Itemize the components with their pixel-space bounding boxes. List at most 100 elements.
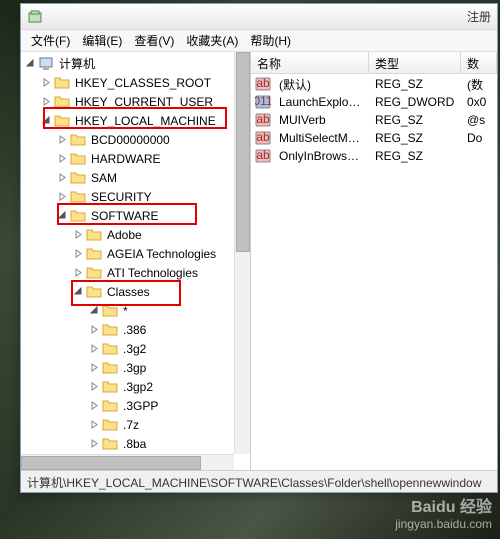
tree-hklm[interactable]: HKEY_LOCAL_MACHINE xyxy=(21,111,250,130)
tree-hklm-sam[interactable]: SAM xyxy=(21,168,250,187)
value-row[interactable]: abMUIVerbREG_SZ@s xyxy=(251,111,497,129)
menu-help[interactable]: 帮助(H) xyxy=(244,30,297,51)
expander-icon[interactable] xyxy=(89,324,100,335)
expander-icon[interactable] xyxy=(41,115,52,126)
expander-icon[interactable] xyxy=(73,229,84,240)
tree-hklm-security[interactable]: SECURITY xyxy=(21,187,250,206)
expander-icon[interactable] xyxy=(89,362,100,373)
tree-label[interactable]: .3gp2 xyxy=(121,380,155,394)
value-name[interactable]: (默认) xyxy=(273,76,369,93)
tree-label[interactable]: SAM xyxy=(89,171,119,185)
value-type: REG_SZ xyxy=(369,77,461,91)
tree-software-ati-technologies[interactable]: ATI Technologies xyxy=(21,263,250,282)
tree-classes-child[interactable]: .3g2 xyxy=(21,339,250,358)
value-type: REG_SZ xyxy=(369,113,461,127)
tree-label[interactable]: HKEY_CURRENT_USER xyxy=(73,95,215,109)
folder-icon xyxy=(54,75,70,91)
expander-icon[interactable] xyxy=(57,172,68,183)
tree-label[interactable]: ATI Technologies xyxy=(105,266,200,280)
tree-label[interactable]: .8ba xyxy=(121,437,148,451)
expander-icon[interactable] xyxy=(89,381,100,392)
folder-icon xyxy=(102,341,118,357)
expander-icon[interactable] xyxy=(73,248,84,259)
app-icon xyxy=(27,9,43,25)
tree-label[interactable]: Classes xyxy=(105,285,152,299)
expander-icon[interactable] xyxy=(73,267,84,278)
tree-hklm-hardware[interactable]: HARDWARE xyxy=(21,149,250,168)
expander-icon[interactable] xyxy=(89,438,100,449)
tree-classes-child[interactable]: .8ba xyxy=(21,434,250,453)
col-header-name[interactable]: 名称 xyxy=(251,52,369,73)
tree-label[interactable]: 计算机 xyxy=(57,55,97,72)
tree-label[interactable]: SOFTWARE xyxy=(89,209,161,223)
tree-label[interactable]: .3gp xyxy=(121,361,148,375)
tree-label[interactable]: SECURITY xyxy=(89,190,154,204)
expander-icon[interactable] xyxy=(89,400,100,411)
folder-icon xyxy=(86,265,102,281)
tree-classes-child[interactable]: .7z xyxy=(21,415,250,434)
tree-hklm-software[interactable]: SOFTWARE xyxy=(21,206,250,225)
registry-tree[interactable]: 计算机 HKEY_CLASSES_ROOT HKEY_CURRENT_USER HKE… xyxy=(21,52,250,470)
expander-icon[interactable] xyxy=(89,419,100,430)
tree-scrollbar-v[interactable] xyxy=(234,52,250,454)
value-name[interactable]: MUIVerb xyxy=(273,113,369,127)
expander-icon[interactable] xyxy=(57,191,68,202)
expander-icon[interactable] xyxy=(41,96,52,107)
tree-scrollbar-h[interactable] xyxy=(21,454,234,470)
list-pane[interactable]: 名称 类型 数 ab(默认)REG_SZ(数011LaunchExplore..… xyxy=(251,52,497,470)
tree-label[interactable]: Adobe xyxy=(105,228,144,242)
tree-software-classes[interactable]: Classes xyxy=(21,282,250,301)
expander-icon[interactable] xyxy=(57,134,68,145)
expander-icon[interactable] xyxy=(57,153,68,164)
value-name[interactable]: LaunchExplore... xyxy=(273,95,369,109)
tree-hkcr[interactable]: HKEY_CLASSES_ROOT xyxy=(21,73,250,92)
tree-classes-child[interactable]: .386 xyxy=(21,320,250,339)
folder-icon xyxy=(102,379,118,395)
folder-icon xyxy=(102,303,118,319)
tree-pane[interactable]: 计算机 HKEY_CLASSES_ROOT HKEY_CURRENT_USER HKE… xyxy=(21,52,251,470)
menu-edit[interactable]: 编辑(E) xyxy=(76,30,128,51)
tree-classes-child[interactable]: * xyxy=(21,301,250,320)
tree-software-adobe[interactable]: Adobe xyxy=(21,225,250,244)
menu-view[interactable]: 查看(V) xyxy=(128,30,180,51)
value-row[interactable]: abOnlyInBrowser...REG_SZ xyxy=(251,147,497,165)
tree-hklm-bcd00000000[interactable]: BCD00000000 xyxy=(21,130,250,149)
tree-classes-child[interactable]: .3GPP xyxy=(21,396,250,415)
value-name[interactable]: MultiSelectMo... xyxy=(273,131,369,145)
expander-icon[interactable] xyxy=(41,77,52,88)
value-row[interactable]: 011LaunchExplore...REG_DWORD0x0 xyxy=(251,93,497,111)
expander-icon[interactable] xyxy=(89,305,100,316)
expander-icon[interactable] xyxy=(73,286,84,297)
tree-label[interactable]: * xyxy=(121,304,130,318)
menu-favorites[interactable]: 收藏夹(A) xyxy=(180,30,244,51)
value-row[interactable]: abMultiSelectMo...REG_SZDo xyxy=(251,129,497,147)
tree-classes-child[interactable]: .3gp2 xyxy=(21,377,250,396)
tree-classes-child[interactable]: .3gp xyxy=(21,358,250,377)
titlebar[interactable]: 注册 xyxy=(21,4,497,30)
list-body[interactable]: ab(默认)REG_SZ(数011LaunchExplore...REG_DWO… xyxy=(251,74,497,165)
tree-label[interactable]: .386 xyxy=(121,323,148,337)
svg-text:ab: ab xyxy=(256,130,270,144)
menu-file[interactable]: 文件(F) xyxy=(25,30,76,51)
tree-label[interactable]: .7z xyxy=(121,418,141,432)
value-name[interactable]: OnlyInBrowser... xyxy=(273,149,369,163)
tree-software-ageia-technologies[interactable]: AGEIA Technologies xyxy=(21,244,250,263)
expander-icon[interactable] xyxy=(57,210,68,221)
window-title: 注册 xyxy=(467,8,491,25)
expander-icon[interactable] xyxy=(89,343,100,354)
col-header-data[interactable]: 数 xyxy=(461,52,497,73)
tree-hkcu[interactable]: HKEY_CURRENT_USER xyxy=(21,92,250,111)
tree-label[interactable]: HARDWARE xyxy=(89,152,163,166)
folder-icon xyxy=(38,56,54,72)
value-row[interactable]: ab(默认)REG_SZ(数 xyxy=(251,75,497,93)
tree-label[interactable]: HKEY_LOCAL_MACHINE xyxy=(73,114,218,128)
tree-root[interactable]: 计算机 xyxy=(21,54,250,73)
tree-label[interactable]: .3g2 xyxy=(121,342,148,356)
tree-label[interactable]: .3GPP xyxy=(121,399,160,413)
tree-label[interactable]: AGEIA Technologies xyxy=(105,247,218,261)
tree-label[interactable]: HKEY_CLASSES_ROOT xyxy=(73,76,213,90)
expander-icon[interactable] xyxy=(25,58,36,69)
col-header-type[interactable]: 类型 xyxy=(369,52,461,73)
value-type: REG_SZ xyxy=(369,131,461,145)
tree-label[interactable]: BCD00000000 xyxy=(89,133,172,147)
